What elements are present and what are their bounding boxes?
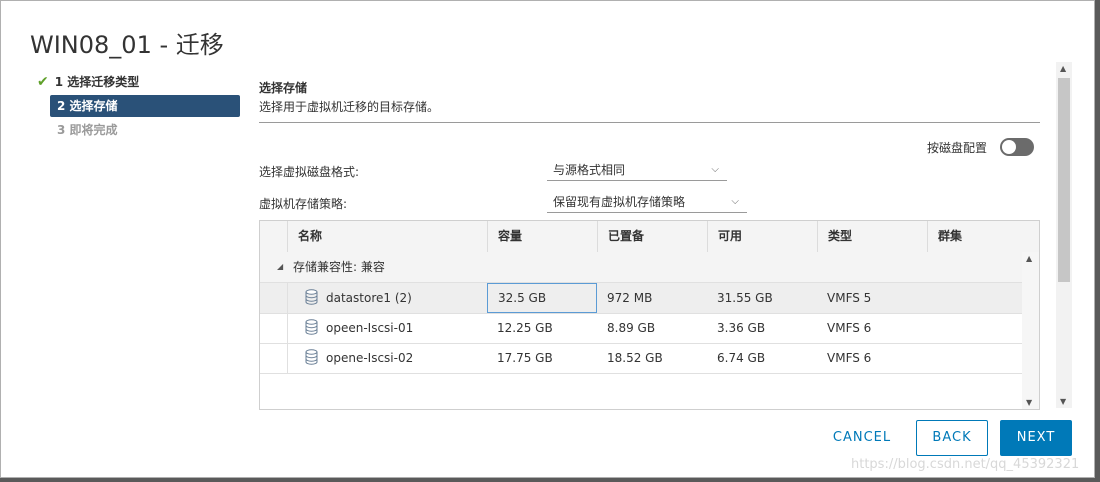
row-gutter: [260, 313, 288, 343]
cell-capacity: 32.5 GB: [487, 283, 597, 313]
divider: [259, 122, 1040, 123]
cell-type: VMFS 5: [827, 291, 872, 305]
back-button[interactable]: BACK: [916, 420, 988, 456]
row-gutter: [260, 343, 288, 373]
next-button[interactable]: NEXT: [1000, 420, 1072, 456]
cell-type: VMFS 6: [827, 351, 872, 365]
cell-name: opeen-Iscsi-01: [326, 321, 414, 335]
cell-free: 3.36 GB: [717, 321, 766, 335]
header-gutter: [260, 221, 287, 252]
table-row[interactable]: opeen-Iscsi-01 12.25 GB 8.89 GB 3.36 GB …: [260, 313, 1022, 344]
cell-name: datastore1 (2): [326, 291, 412, 305]
cell-free: 6.74 GB: [717, 351, 766, 365]
datastore-table: 名称 容量 已置备 可用 类型 群集 ◢ 存储兼容性: 兼容 datastore…: [259, 220, 1040, 410]
cell-provisioned: 18.52 GB: [607, 351, 663, 365]
step-label: 1 选择迁移类型: [54, 75, 140, 89]
chevron-down-icon: ⌵: [711, 164, 719, 175]
column-header-type[interactable]: 类型: [817, 221, 927, 252]
storage-policy-select[interactable]: 保留现有虚拟机存储策略 ⌵: [547, 191, 747, 213]
scroll-down-arrow-icon[interactable]: ▼: [1026, 398, 1032, 407]
disk-config-label: 按磁盘配置: [927, 141, 988, 155]
column-header-free[interactable]: 可用: [707, 221, 817, 252]
cell-provisioned: 8.89 GB: [607, 321, 656, 335]
dialog-title: WIN08_01 - 迁移: [30, 31, 224, 59]
cell-capacity: 17.75 GB: [497, 351, 553, 365]
disk-format-value: 与源格式相同: [553, 163, 626, 177]
table-scrollbar[interactable]: ▲ ▼: [1022, 252, 1039, 409]
scroll-up-arrow-icon[interactable]: ▲: [1026, 254, 1032, 263]
group-row-compatible[interactable]: ◢ 存储兼容性: 兼容: [260, 252, 1022, 283]
step-select-storage[interactable]: 2 选择存储: [50, 95, 240, 117]
row-gutter: [260, 283, 288, 313]
step-label: 3 即将完成: [57, 123, 118, 137]
scroll-down-arrow-icon[interactable]: ▼: [1060, 397, 1066, 406]
column-header-name[interactable]: 名称: [287, 221, 487, 252]
cell-free: 31.55 GB: [717, 291, 773, 305]
column-header-provisioned[interactable]: 已置备: [597, 221, 707, 252]
toggle-knob: [1002, 140, 1016, 154]
cell-cluster: [927, 283, 1022, 313]
table-header: 名称 容量 已置备 可用 类型 群集: [260, 221, 1039, 253]
table-row[interactable]: datastore1 (2) 32.5 GB 972 MB 31.55 GB V…: [260, 283, 1022, 314]
storage-policy-value: 保留现有虚拟机存储策略: [553, 195, 686, 209]
table-row[interactable]: opene-Iscsi-02 17.75 GB 18.52 GB 6.74 GB…: [260, 343, 1022, 374]
group-label: 存储兼容性: 兼容: [293, 260, 385, 274]
check-icon: ✔: [37, 74, 49, 90]
dialog-scrollbar[interactable]: ▲ ▼: [1056, 62, 1072, 408]
cancel-button[interactable]: CANCEL: [819, 420, 905, 456]
cell-provisioned: 972 MB: [607, 291, 653, 305]
disk-config-toggle[interactable]: [1000, 138, 1034, 156]
cell-name: opene-Iscsi-02: [326, 351, 414, 365]
scroll-up-arrow-icon[interactable]: ▲: [1060, 64, 1066, 73]
section-description: 选择用于虚拟机迁移的目标存储。: [259, 100, 440, 114]
step-label: 2 选择存储: [57, 99, 118, 113]
storage-policy-label: 虚拟机存储策略:: [259, 197, 348, 211]
scrollbar-thumb[interactable]: [1058, 78, 1070, 282]
section-title: 选择存储: [259, 81, 308, 95]
column-header-capacity[interactable]: 容量: [487, 221, 597, 252]
step-ready-to-complete: 3 即将完成: [57, 119, 118, 141]
collapse-triangle-icon[interactable]: ◢: [277, 252, 283, 282]
cell-cluster: [927, 313, 1022, 343]
cell-type: VMFS 6: [827, 321, 872, 335]
chevron-down-icon: ⌵: [731, 196, 739, 207]
column-header-cluster[interactable]: 群集: [927, 221, 1039, 252]
disk-format-label: 选择虚拟磁盘格式:: [259, 165, 360, 179]
cell-capacity: 12.25 GB: [497, 321, 553, 335]
watermark: https://blog.csdn.net/qq_45392321: [851, 457, 1080, 472]
step-select-migration-type[interactable]: ✔ 1 选择迁移类型: [37, 71, 139, 93]
disk-format-select[interactable]: 与源格式相同 ⌵: [547, 159, 727, 181]
migrate-dialog: WIN08_01 - 迁移 ✔ 1 选择迁移类型 2 选择存储 3 即将完成 选择…: [0, 0, 1095, 478]
cell-cluster: [927, 343, 1022, 373]
